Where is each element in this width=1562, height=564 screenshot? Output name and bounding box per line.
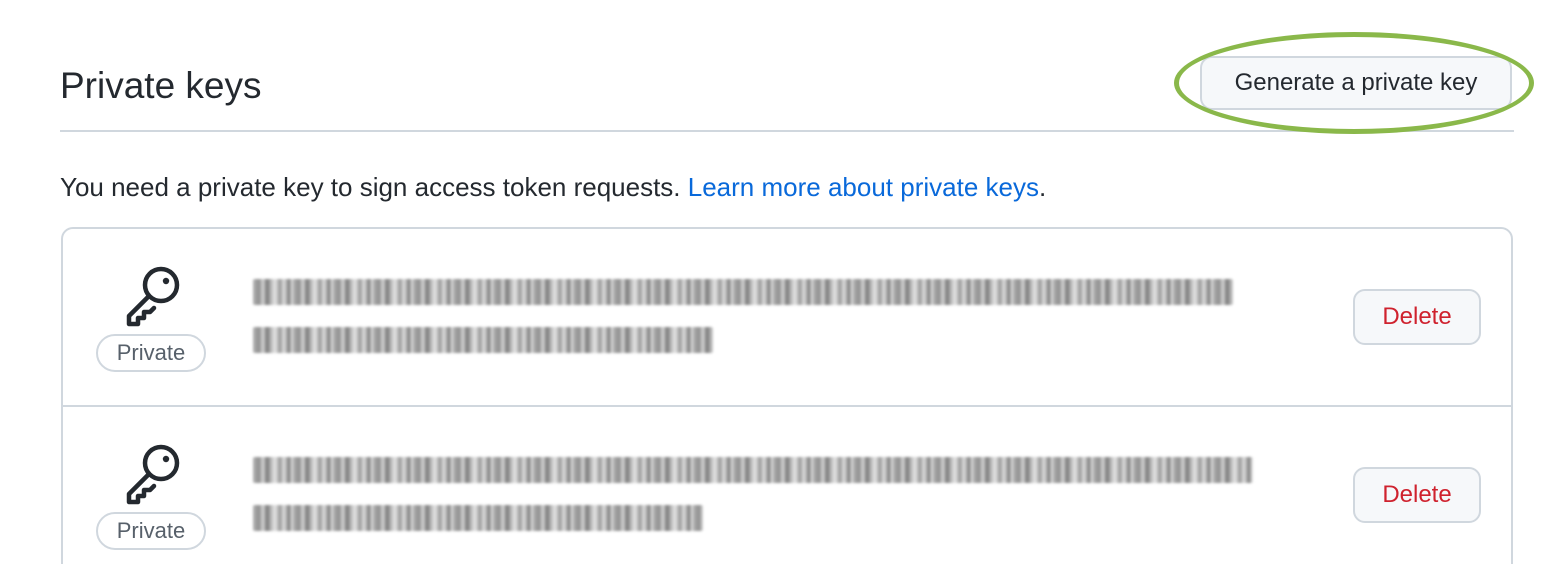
- description-suffix: .: [1038, 172, 1047, 202]
- private-keys-page: Private keys Generate a private key You …: [0, 0, 1562, 564]
- fingerprint-line: [253, 505, 703, 531]
- fingerprint-line: [253, 457, 1253, 483]
- delete-key-button[interactable]: Delete: [1353, 467, 1481, 523]
- fingerprint-line: [253, 327, 713, 353]
- learn-more-link[interactable]: Learn more about private keys: [688, 172, 1039, 202]
- private-keys-list: Private Delete Private Delete: [61, 227, 1513, 564]
- fingerprint-line: [253, 279, 1233, 305]
- description-body: You need a private key to sign access to…: [60, 172, 688, 202]
- key-icon: [126, 444, 180, 505]
- list-item: Private Delete: [63, 229, 1511, 405]
- key-fingerprint-redacted: [253, 279, 1253, 375]
- key-fingerprint-redacted: [253, 457, 1253, 553]
- generate-private-key-button[interactable]: Generate a private key: [1200, 56, 1512, 110]
- section-header: Private keys Generate a private key: [60, 40, 1514, 132]
- list-item: Private Delete: [63, 405, 1511, 564]
- private-badge: Private: [96, 334, 206, 372]
- private-badge: Private: [96, 512, 206, 550]
- key-icon: [126, 266, 180, 327]
- description-text: You need a private key to sign access to…: [60, 170, 1046, 204]
- page-title: Private keys: [60, 65, 262, 106]
- delete-key-button[interactable]: Delete: [1353, 289, 1481, 345]
